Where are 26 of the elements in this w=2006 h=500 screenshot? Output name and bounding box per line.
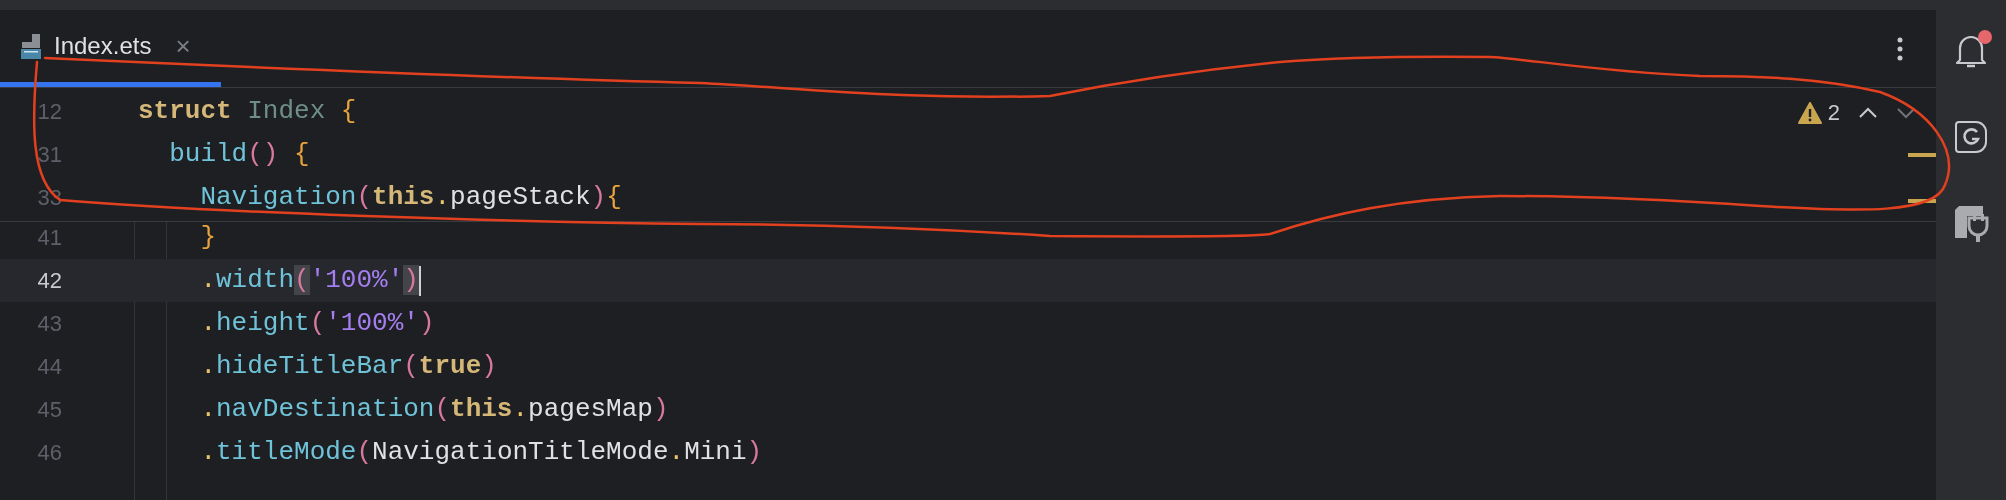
chevron-down-icon[interactable] — [1896, 106, 1916, 119]
line-number: 41 — [36, 224, 62, 252]
code-line: .titleMode(NavigationTitleMode.Mini) — [199, 436, 763, 469]
code-line: struct Index { — [138, 95, 357, 128]
chevron-up-icon[interactable] — [1858, 106, 1878, 119]
line-number: 31 — [36, 141, 62, 169]
more-options-icon[interactable] — [1896, 36, 1904, 61]
text-cursor — [418, 265, 421, 296]
file-icon — [20, 32, 42, 60]
line-number: 12 — [36, 98, 62, 126]
code-line: .navDestination(this.pagesMap) — [199, 393, 669, 426]
code-line: } — [199, 221, 216, 254]
line-number: 44 — [36, 353, 62, 381]
code-line: build() { — [168, 138, 310, 171]
plug-icon[interactable] — [1953, 204, 1989, 244]
code-line: .hideTitleBar(true) — [199, 350, 497, 383]
code-line: .width('100%') — [199, 264, 419, 297]
line-number: 46 — [36, 439, 62, 467]
line-number: 45 — [36, 396, 62, 424]
warning-count[interactable]: 2 — [1797, 96, 1840, 129]
code-line: .height('100%') — [199, 307, 435, 340]
g-icon[interactable] — [1954, 120, 1988, 154]
warning-icon — [1797, 101, 1822, 124]
line-number: 42 — [36, 267, 62, 295]
line-number: 43 — [36, 310, 62, 338]
code-line: Navigation(this.pageStack){ — [199, 181, 622, 214]
